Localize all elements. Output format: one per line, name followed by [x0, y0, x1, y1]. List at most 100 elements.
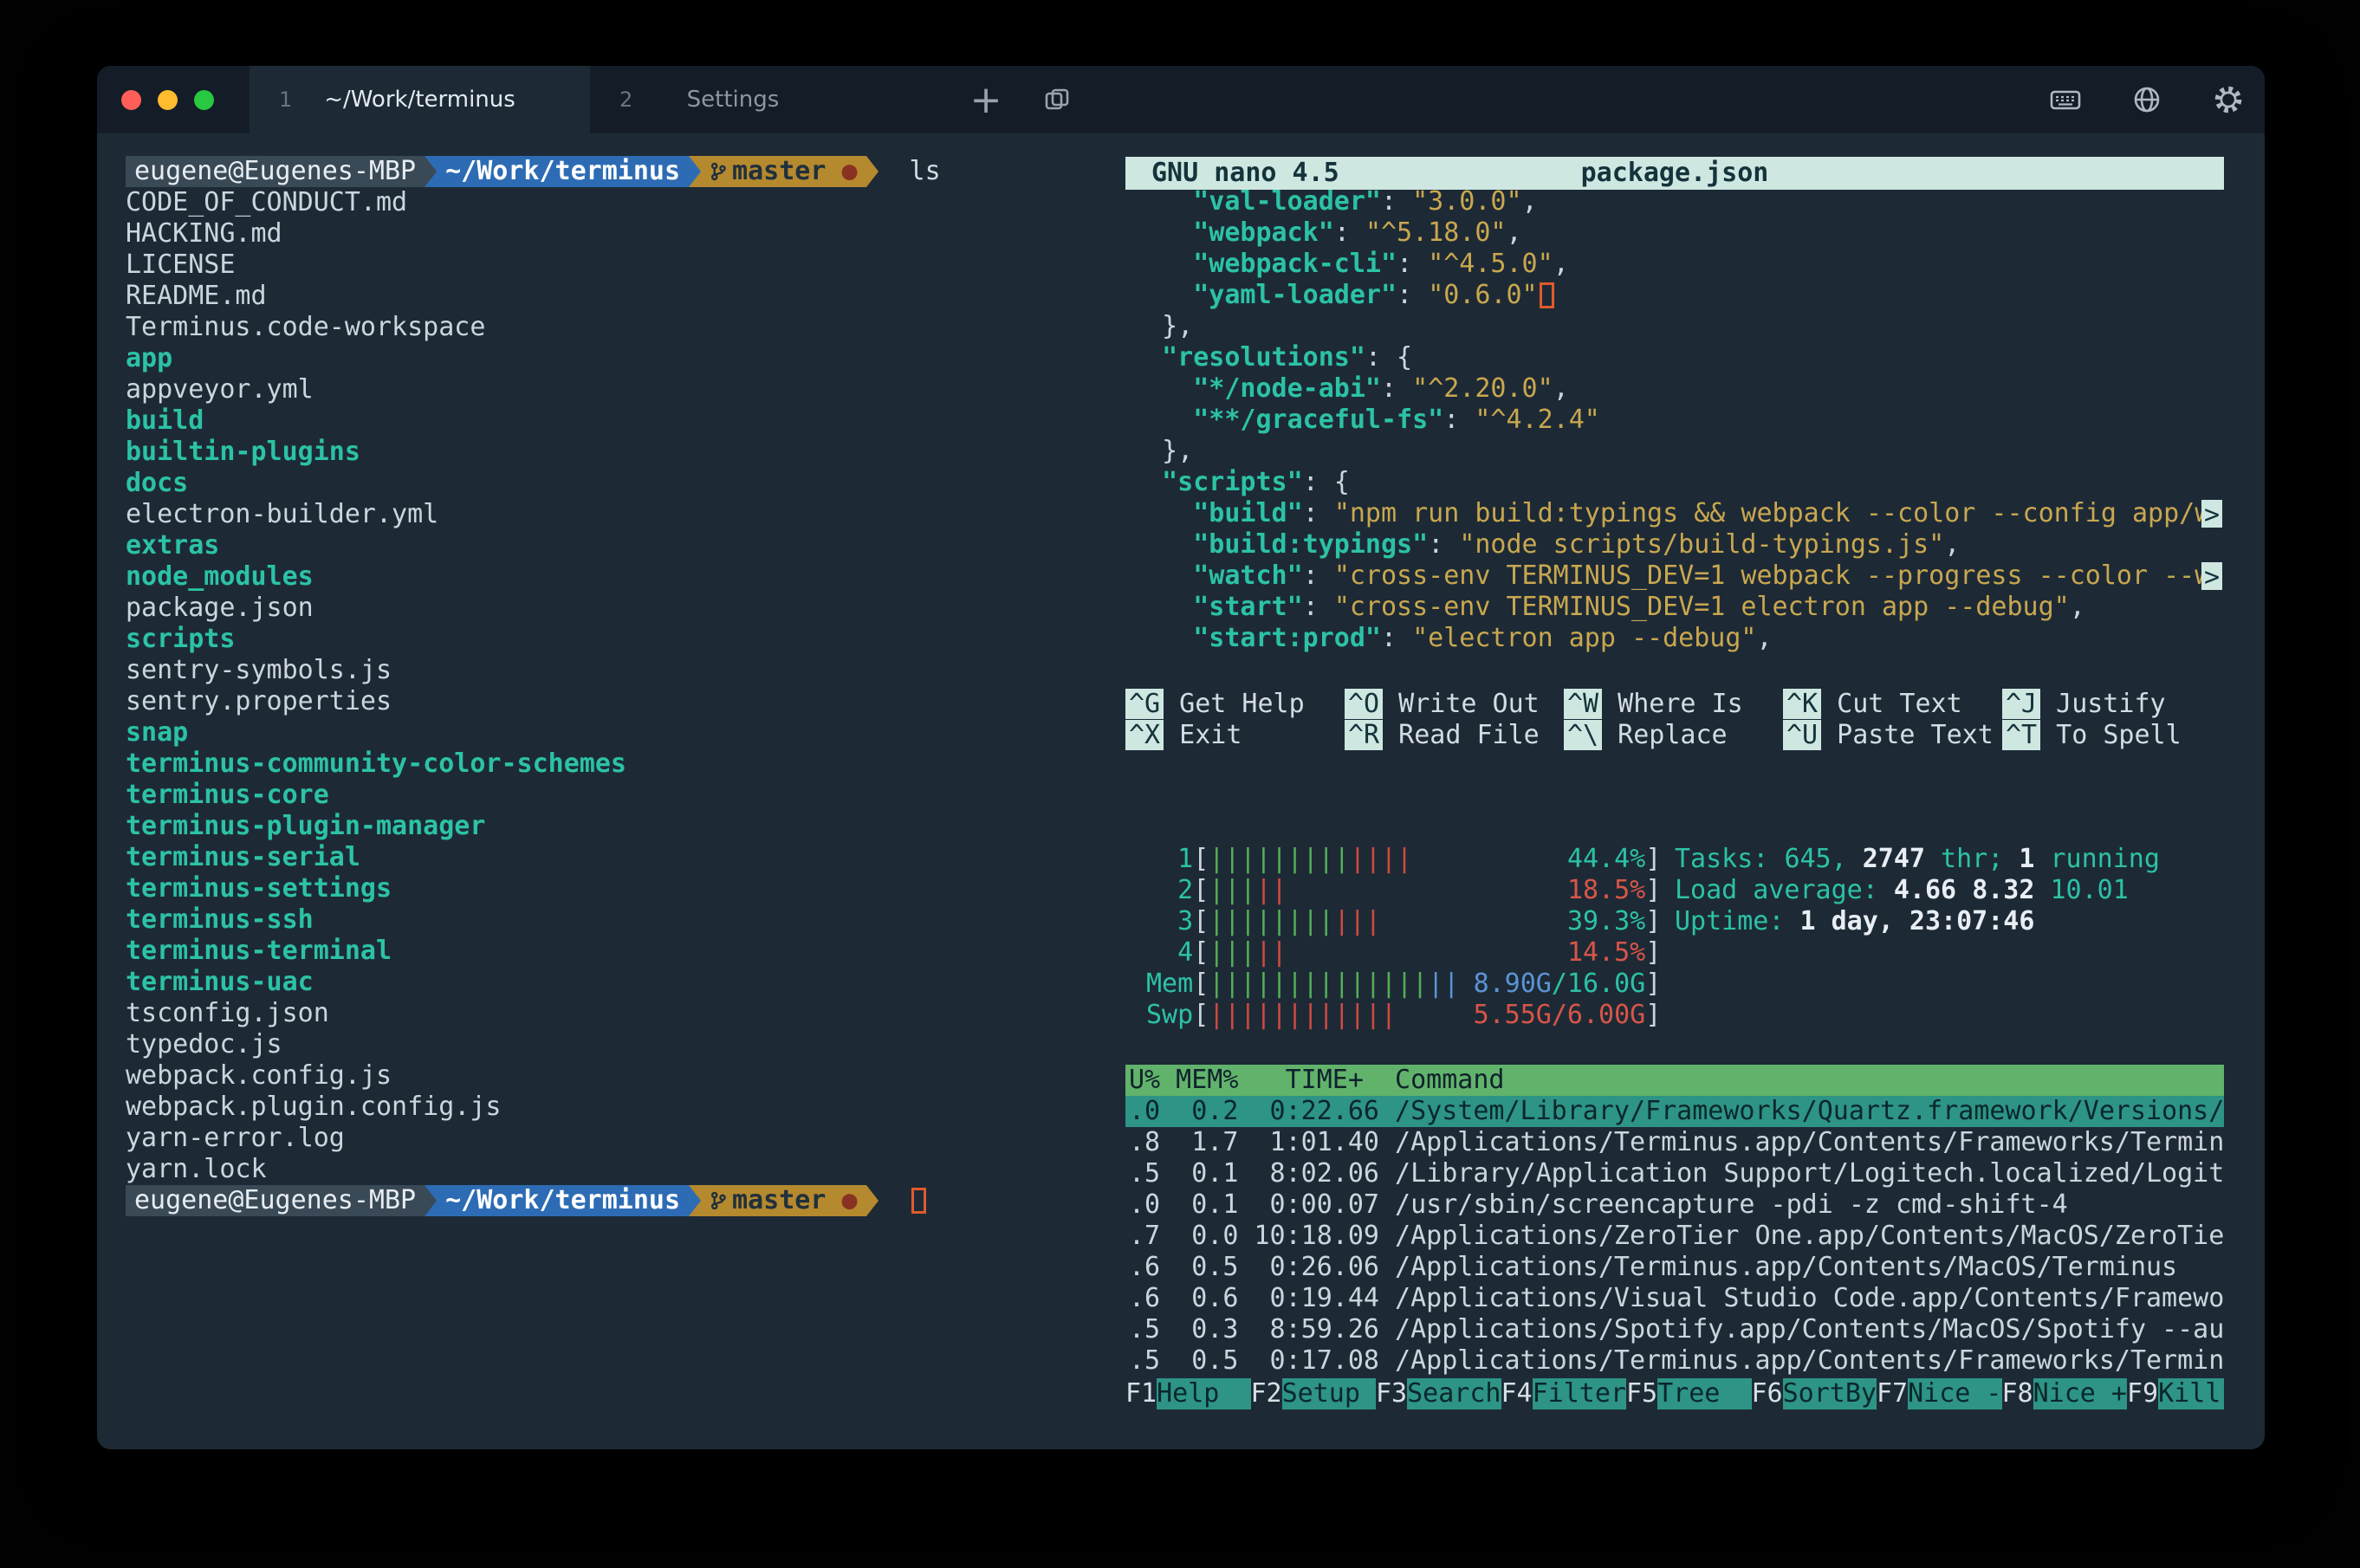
nano-shortcut[interactable]: ^J Justify: [2002, 689, 2221, 720]
fkey-f6-button[interactable]: F6SortBy: [1752, 1378, 1877, 1409]
git-dirty-dot: ●: [826, 1185, 857, 1216]
nano-shortcut[interactable]: ^\ Replace: [1564, 720, 1783, 751]
nano-shortcut[interactable]: ^T To Spell: [2002, 720, 2221, 751]
zoom-button[interactable]: [194, 90, 214, 110]
nano-shortcut[interactable]: ^X Exit: [1125, 720, 1345, 751]
shortcut-key: ^O: [1345, 689, 1383, 719]
process-row[interactable]: .6 0.5 0:26.06 /Applications/Terminus.ap…: [1125, 1252, 2224, 1283]
tab-settings[interactable]: 2 Settings: [590, 66, 876, 133]
editor-line: "*/node-abi": "^2.20.0",: [1125, 373, 2224, 405]
prompt-text: ~/Work/terminus: [445, 1185, 680, 1216]
fkey-f8-button[interactable]: F8Nice +: [2002, 1378, 2128, 1409]
fkey-action: Nice +: [2033, 1378, 2127, 1409]
text-segment: "watch": [1193, 560, 1302, 591]
fkey-f2-button[interactable]: F2Setup: [1251, 1378, 1377, 1409]
settings-gear-icon[interactable]: [2209, 81, 2247, 119]
nano-shortcut[interactable]: ^G Get Help: [1125, 689, 1345, 720]
meter-bars: |||||: [1209, 875, 1287, 905]
shortcut-label: Justify: [2040, 689, 2166, 719]
nano-shortcut[interactable]: ^U Paste Text: [1783, 720, 2002, 751]
new-tab-button[interactable]: +: [962, 66, 1010, 133]
duplicate-tab-icon[interactable]: [1033, 66, 1081, 133]
resource-meter: Swp[||||||||||||5.55G/6.00G]: [1146, 1000, 1661, 1031]
text-segment: ,: [1522, 186, 1538, 217]
powerline-arrow-icon: [866, 1185, 879, 1216]
nano-shortcut[interactable]: ^O Write Out: [1345, 689, 1564, 720]
shortcut-key: ^W: [1564, 689, 1602, 719]
text-segment: :: [1303, 592, 1334, 622]
powerline-arrow-icon: [425, 156, 437, 187]
meter-bracket: ]: [1645, 875, 1661, 905]
process-row[interactable]: .5 0.3 8:59.26 /Applications/Spotify.app…: [1125, 1314, 2224, 1345]
close-button[interactable]: [121, 90, 141, 110]
resource-meter: 3[|||||||||||39.3%]: [1146, 906, 1661, 937]
directory-entry: terminus-plugin-manager: [126, 811, 941, 842]
process-row[interactable]: .7 0.0 10:18.09 /Applications/ZeroTier O…: [1125, 1221, 2224, 1252]
meter-value-text: 8.90G: [1474, 969, 1552, 999]
text-segment: ,: [1944, 529, 1960, 560]
nano-filename: package.json: [1581, 158, 1769, 189]
line-continuation-marker: >: [2201, 562, 2222, 590]
resource-meter: 1[|||||||||||||44.4%]: [1146, 844, 1661, 875]
process-row[interactable]: .5 0.5 0:17.08 /Applications/Terminus.ap…: [1125, 1345, 2224, 1377]
meter-bars: ||||||||||||||||: [1209, 969, 1459, 999]
nano-shortcut[interactable]: ^K Cut Text: [1783, 689, 2002, 720]
prompt-segment: ~/Work/terminus: [437, 156, 689, 187]
text-segment: 8.32: [1972, 875, 2050, 905]
shortcut-key: ^J: [2002, 689, 2040, 719]
nano-shortcut[interactable]: ^W Where Is: [1564, 689, 1783, 720]
fkey-f9-button[interactable]: F9Kill: [2127, 1378, 2224, 1409]
text-segment: "electron app --debug": [1412, 623, 1756, 653]
text-segment: "cross-env TERMINUS_DEV=1 webpack --prog…: [1334, 560, 2210, 591]
process-row[interactable]: .6 0.6 0:19.44 /Applications/Visual Stud…: [1125, 1283, 2224, 1314]
text-segment: "^4.2.4": [1475, 405, 1600, 435]
fkey-f4-button[interactable]: F4Filter: [1501, 1378, 1627, 1409]
process-row[interactable]: .0 0.1 0:00.07 /usr/sbin/screencapture -…: [1125, 1189, 2224, 1221]
directory-entry: snap: [126, 717, 941, 748]
prompt-segment: master ●: [701, 1185, 866, 1216]
fkey-f5-button[interactable]: F5Tree: [1626, 1378, 1752, 1409]
fkey-f7-button[interactable]: F7Nice -: [1877, 1378, 2002, 1409]
fkey-f3-button[interactable]: F3Search: [1376, 1378, 1501, 1409]
file-entry: webpack.plugin.config.js: [126, 1092, 941, 1123]
terminal-pane-right[interactable]: GNU nano 4.5 package.json "val-loader": …: [1125, 133, 2224, 1449]
text-segment: Load average:: [1675, 875, 1894, 905]
text-segment: "3.0.0": [1412, 186, 1521, 217]
process-row[interactable]: .8 1.7 1:01.40 /Applications/Terminus.ap…: [1125, 1127, 2224, 1158]
editor-line: "yaml-loader": "0.6.0": [1125, 280, 2224, 311]
prompt-segment: ~/Work/terminus: [437, 1185, 689, 1216]
prompt-text: eugene@Eugenes-MBP: [134, 156, 416, 187]
nano-shortcut[interactable]: ^R Read File: [1345, 720, 1564, 751]
shortcut-label: Exit: [1164, 720, 1242, 750]
meter-bar-segment: ||||: [1350, 844, 1412, 874]
text-segment: [1131, 373, 1193, 404]
fkey-label: F9: [2127, 1378, 2158, 1409]
powerline-arrow-icon: [425, 1185, 437, 1216]
text-segment: },: [1131, 436, 1193, 466]
fkey-action: Filter: [1533, 1378, 1626, 1409]
shortcut-label: Read File: [1383, 720, 1540, 750]
shortcut-label: Cut Text: [1821, 689, 1962, 719]
terminal-cursor: [911, 1188, 926, 1214]
keyboard-icon[interactable]: [2046, 81, 2084, 119]
fkey-action: Nice -: [1908, 1378, 2001, 1409]
meter-bar-segment: ||: [1255, 875, 1287, 905]
text-segment: :: [1381, 623, 1412, 653]
meter-bar-segment: ||||||||: [1209, 906, 1334, 936]
text-segment: :: [1397, 249, 1428, 279]
directory-entry: terminus-terminal: [126, 936, 941, 967]
meter-bar-segment: |||: [1209, 875, 1255, 905]
globe-icon[interactable]: [2128, 81, 2166, 119]
minimize-button[interactable]: [158, 90, 178, 110]
process-row[interactable]: .5 0.1 8:02.06 /Library/Application Supp…: [1125, 1158, 2224, 1189]
meter-value-text: 14.5%: [1567, 937, 1645, 968]
process-row[interactable]: .0 0.2 0:22.66 /System/Library/Framework…: [1125, 1096, 2224, 1127]
tab-terminal[interactable]: 1 ~/Work/terminus: [250, 66, 590, 133]
terminal-pane-shell[interactable]: eugene@Eugenes-MBP ~/Work/terminus master …: [97, 133, 1125, 1449]
fkey-f1-button[interactable]: F1Help: [1125, 1378, 1251, 1409]
text-segment: 1 day, 23:07:46: [1800, 906, 2035, 936]
shortcut-row: ^X Exit^R Read File^\ Replace^U Paste Te…: [1125, 720, 2224, 751]
editor-line: "scripts": {: [1125, 467, 2224, 498]
text-segment: [1131, 280, 1193, 310]
text-segment: "npm run build:typings && webpack --colo…: [1334, 498, 2210, 528]
